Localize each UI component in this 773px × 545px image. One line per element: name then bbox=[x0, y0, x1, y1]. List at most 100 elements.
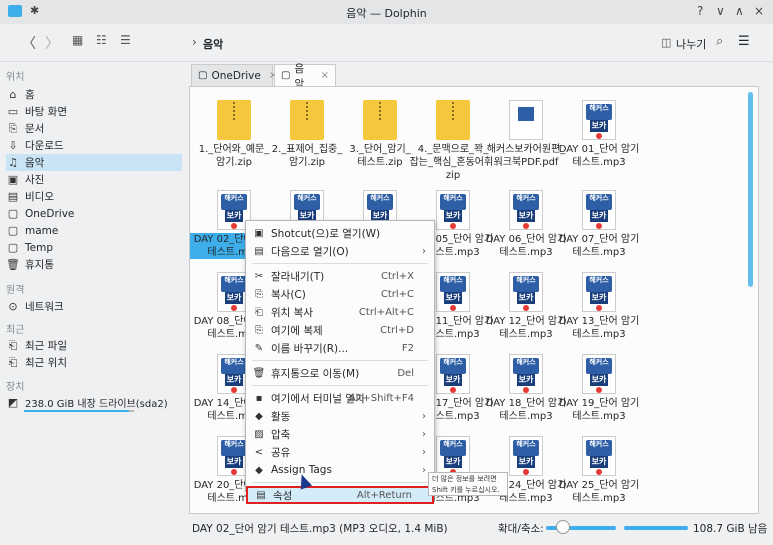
sidebar-item-network[interactable]: ⊙ 네트워크 bbox=[6, 298, 182, 315]
thumbnail-dot bbox=[596, 223, 602, 229]
search-icon[interactable]: ⌕ bbox=[716, 34, 723, 49]
split-button[interactable]: 나누기 bbox=[676, 36, 706, 52]
tab-close-icon[interactable]: × bbox=[321, 70, 329, 81]
file-item[interactable]: 해커스 보카 DAY 13_단어 암기 테스트.mp3 bbox=[555, 272, 643, 341]
thumbnail-text: 해커스 bbox=[221, 194, 247, 210]
thumbnail-text: 해커스 bbox=[367, 194, 393, 210]
mp3-thumbnail-icon: 해커스보카 bbox=[582, 272, 616, 312]
file-name-line: DAY 13_단어 암기 bbox=[558, 316, 640, 327]
thumbnail-dot bbox=[231, 305, 237, 311]
minimize-button[interactable]: ∨ bbox=[716, 4, 725, 18]
menu-item[interactable]: ▪ 여기에서 터미널 열기 Alt+Shift+F4 bbox=[246, 389, 434, 407]
help-button[interactable]: ? bbox=[697, 4, 703, 18]
compact-view-icon[interactable]: ☷ bbox=[96, 33, 107, 47]
sidebar-item-pictures[interactable]: ▣ 사진 bbox=[6, 171, 182, 188]
submenu-arrow-icon: › bbox=[422, 428, 426, 440]
trash-icon: 🗑 bbox=[6, 258, 20, 271]
menu-separator bbox=[252, 482, 428, 483]
thumbnail-dot bbox=[450, 223, 456, 229]
music-icon: ♫ bbox=[8, 156, 18, 169]
sidebar-item-recent-locations[interactable]: ⎗ 최근 위치 bbox=[6, 354, 182, 371]
section-recent: 최근 bbox=[6, 325, 25, 336]
file-item[interactable]: 해커스 보카 DAY 25_단어 암기 테스트.mp3 bbox=[555, 436, 643, 505]
thumbnail-text: 보카 bbox=[225, 210, 243, 222]
sidebar-item-temp[interactable]: ▢ Temp bbox=[6, 239, 182, 256]
menu-item[interactable]: ✂ 잘라내기(T) Ctrl+X bbox=[246, 267, 434, 285]
menu-item-shortcut: Ctrl+C bbox=[380, 288, 414, 300]
file-item[interactable]: 해커스 보카 DAY 19_단어 암기 테스트.mp3 bbox=[555, 354, 643, 423]
menu-item[interactable]: < 공유 › bbox=[246, 443, 434, 461]
zoom-slider-handle[interactable] bbox=[556, 520, 570, 534]
drive-icon: ◩ bbox=[7, 396, 19, 409]
details-view-icon[interactable]: ☰ bbox=[120, 33, 131, 47]
mp3-thumbnail-icon: 해커스보카 bbox=[436, 190, 470, 230]
sidebar-item-desktop[interactable]: ▭ 바탕 화면 bbox=[6, 103, 182, 120]
menu-item[interactable]: ▤ 속성 Alt+Return bbox=[246, 486, 434, 504]
thumbnail-text: 해커스 bbox=[440, 194, 466, 210]
sidebar-item-documents[interactable]: ⎘ 문서 bbox=[6, 120, 182, 137]
zip-file-icon bbox=[290, 100, 324, 140]
sidebar-item-mame[interactable]: ▢ mame bbox=[6, 222, 182, 239]
file-name-line: 테스트.mp3 bbox=[572, 247, 626, 258]
menu-item[interactable]: ✎ 이름 바꾸기(R)... F2 bbox=[246, 339, 434, 357]
sidebar-item-onedrive[interactable]: ▢ OneDrive bbox=[6, 205, 182, 222]
folder-icon: ▢ bbox=[7, 207, 19, 220]
sidebar-item-drive[interactable]: ◩ 238.0 GiB 내장 드라이브(sda2) bbox=[6, 394, 182, 411]
sidebar-item-videos[interactable]: ▤ 비디오 bbox=[6, 188, 182, 205]
maximize-button[interactable]: ∧ bbox=[735, 4, 744, 18]
thumbnail-text: 보카 bbox=[225, 374, 243, 386]
section-places: 위치 bbox=[6, 72, 25, 83]
file-name-line: DAY 07_단어 암기 bbox=[558, 234, 640, 245]
file-item[interactable]: 해커스 보카 DAY 01_단어 암기 테스트.mp3 bbox=[555, 100, 643, 169]
menu-item[interactable]: 🗑 휴지통으로 이동(M) Del bbox=[246, 364, 434, 382]
menu-item[interactable]: ⎘ 복사(C) Ctrl+C bbox=[246, 285, 434, 303]
thumbnail-text: 해커스 bbox=[221, 440, 247, 456]
menu-item[interactable]: ◆ 활동 › bbox=[246, 407, 434, 425]
menu-item-label: 압축 bbox=[271, 428, 291, 441]
sidebar-item-downloads[interactable]: ⇩ 다운로드 bbox=[6, 137, 182, 154]
sidebar-item-recent-files[interactable]: ⎗ 최근 파일 bbox=[6, 337, 182, 354]
sidebar-item-music[interactable]: ♫ 음악 bbox=[6, 154, 182, 171]
menu-item[interactable]: ⎗ 위치 복사 Ctrl+Alt+C bbox=[246, 303, 434, 321]
menu-item-label: 이름 바꾸기(R)... bbox=[271, 342, 349, 355]
thumbnail-text: 해커스 bbox=[221, 358, 247, 374]
tab-music[interactable]: ▢ 음악 × bbox=[274, 63, 336, 90]
hamburger-icon[interactable]: ☰ bbox=[738, 34, 750, 49]
network-icon: ⊙ bbox=[8, 300, 18, 313]
tab-onedrive[interactable]: ▢OneDrive× bbox=[191, 64, 277, 86]
menu-item[interactable]: ◆ Assign Tags › bbox=[246, 461, 434, 479]
breadcrumb[interactable]: 음악 bbox=[203, 36, 223, 52]
file-name-line: 테스트.mp3 bbox=[572, 493, 626, 504]
thumbnail-text: 보카 bbox=[517, 456, 535, 468]
menu-item[interactable]: ⎘ 여기에 복제 Ctrl+D bbox=[246, 321, 434, 339]
thumbnail-text: 보카 bbox=[444, 210, 462, 222]
download-icon: ⇩ bbox=[8, 139, 18, 152]
thumbnail-dot bbox=[523, 223, 529, 229]
file-item[interactable]: 해커스 보카 DAY 07_단어 암기 테스트.mp3 bbox=[555, 190, 643, 259]
status-bar: DAY 02_단어 암기 테스트.mp3 (MP3 오디오, 1.4 MiB) … bbox=[0, 515, 773, 545]
mp3-thumbnail-icon: 해커스보카 bbox=[436, 272, 470, 312]
menu-item-shortcut: Ctrl+D bbox=[380, 324, 414, 336]
scrollbar[interactable] bbox=[748, 92, 753, 287]
section-devices: 장치 bbox=[6, 382, 25, 393]
thumbnail-dot bbox=[450, 387, 456, 393]
icons-view-icon[interactable]: ▦ bbox=[72, 33, 83, 47]
free-space-bar bbox=[624, 526, 688, 530]
thumbnail-text: 보카 bbox=[590, 456, 608, 468]
close-button[interactable]: × bbox=[754, 4, 764, 18]
menu-item[interactable]: ▨ 압축 › bbox=[246, 425, 434, 443]
folder-icon: ▢ bbox=[198, 70, 208, 81]
menu-item-label: Shotcut(으)로 열기(W) bbox=[271, 227, 381, 240]
menu-item-label: 여기에 복제 bbox=[271, 324, 323, 337]
forward-button[interactable]: 〉 bbox=[45, 33, 59, 53]
thumbnail-dot bbox=[231, 223, 237, 229]
sidebar-item-trash[interactable]: 🗑 휴지통 bbox=[6, 256, 182, 273]
menu-item[interactable]: ▣ Shotcut(으)로 열기(W) bbox=[246, 224, 434, 242]
section-remote: 원격 bbox=[6, 285, 25, 296]
menu-item[interactable]: ▤ 다음으로 열기(O) › bbox=[246, 242, 434, 260]
back-button[interactable]: 〈 bbox=[22, 33, 36, 53]
menu-item-shortcut: Alt+Shift+F4 bbox=[348, 392, 414, 404]
mp3-thumbnail-icon: 해커스보카 bbox=[436, 436, 470, 476]
sidebar-item-home[interactable]: ⌂ 홈 bbox=[6, 86, 182, 103]
menu-item-label: 휴지통으로 이동(M) bbox=[271, 367, 360, 380]
